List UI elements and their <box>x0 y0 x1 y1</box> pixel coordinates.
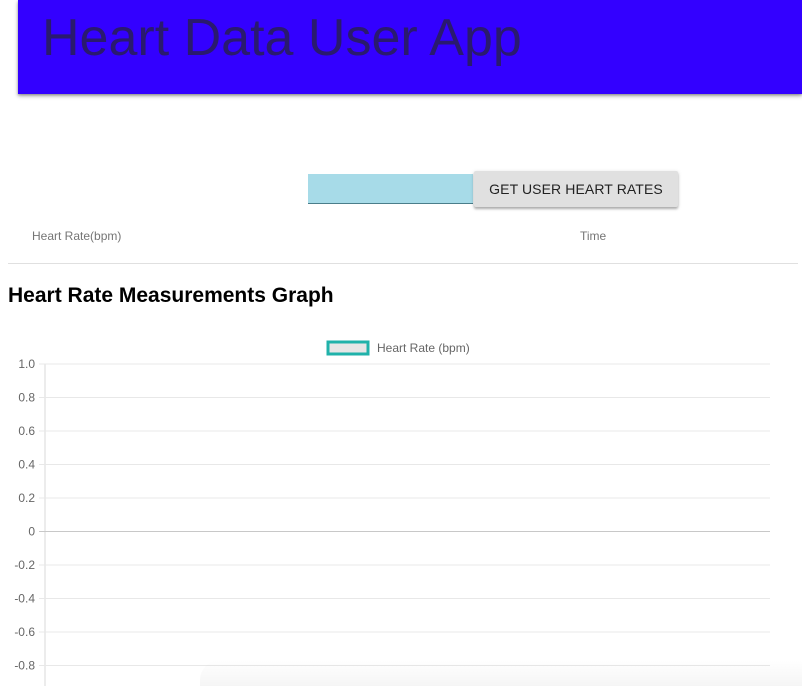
y-tick-label: 0.4 <box>18 458 35 472</box>
app-bar: Heart Data User App <box>18 0 802 94</box>
y-tick-label: -0.2 <box>14 558 35 572</box>
y-tick-label: 0.8 <box>18 391 35 405</box>
heart-rate-table-header: Heart Rate(bpm) Time <box>8 214 798 264</box>
get-user-heart-rates-button[interactable]: GET USER HEART RATES <box>474 171 678 207</box>
y-tick-label: -0.8 <box>14 659 35 673</box>
column-header-time: Time <box>580 229 607 243</box>
y-tick-label: -0.6 <box>14 625 35 639</box>
y-tick-label: 0.6 <box>18 424 35 438</box>
y-tick-label: 0 <box>28 525 35 539</box>
user-id-input[interactable] <box>308 174 473 204</box>
app-title: Heart Data User App <box>42 9 522 67</box>
bottom-shadow <box>200 660 802 686</box>
column-header-heart-rate: Heart Rate(bpm) <box>32 229 122 243</box>
y-tick-label: 0.2 <box>18 491 35 505</box>
graph-title: Heart Rate Measurements Graph <box>8 284 334 307</box>
legend-label[interactable]: Heart Rate (bpm) <box>377 341 470 355</box>
y-tick-label: 1.0 <box>18 357 35 371</box>
heart-rate-chart: Heart Rate (bpm) 1.0 0.8 0.6 0.4 0.2 0 -0.2 -0.4… <box>14 340 770 686</box>
legend-swatch[interactable] <box>326 340 370 356</box>
y-tick-label: -0.4 <box>14 592 35 606</box>
